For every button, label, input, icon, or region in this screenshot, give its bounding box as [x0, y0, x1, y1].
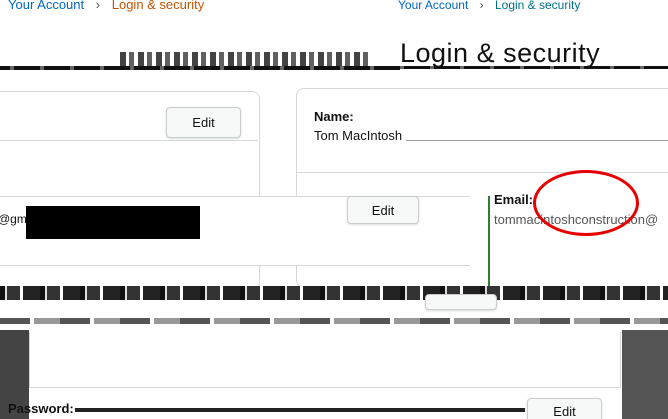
breadcrumb-duplicate: Your Account › Login & security [398, 0, 580, 12]
green-marker [488, 196, 490, 286]
breadcrumb-login-security-dup[interactable]: Login & security [495, 0, 580, 12]
annotation-circle [533, 170, 639, 236]
edit-email-button[interactable]: Edit [347, 196, 419, 224]
breadcrumb: Your Account › Login & security [8, 0, 204, 12]
password-panel [29, 332, 621, 388]
page-title: Login & security [400, 38, 601, 68]
glitch-line [75, 408, 525, 412]
page-root: Your Account › Login & security Your Acc… [0, 0, 668, 419]
breadcrumb-separator: › [95, 0, 101, 12]
name-label: Name: [314, 109, 354, 124]
edit-button[interactable]: Edit [166, 107, 241, 138]
redaction-box [26, 206, 200, 239]
password-label: Password: [8, 401, 74, 416]
divider [29, 387, 621, 388]
glitch-band [0, 318, 668, 324]
glitch-bar [330, 66, 668, 69]
divider [296, 172, 668, 173]
name-underline [406, 140, 668, 141]
breadcrumb-your-account-dup[interactable]: Your Account [398, 0, 468, 12]
glitch-band [0, 286, 668, 300]
edit-button-partial[interactable] [425, 294, 497, 310]
breadcrumb-login-security[interactable]: Login & security [112, 0, 205, 12]
edit-password-button[interactable]: Edit [527, 398, 602, 419]
breadcrumb-separator-dup: › [479, 0, 484, 12]
divider [0, 140, 258, 141]
right-shadow [622, 330, 668, 419]
email-label: Email: [494, 192, 534, 207]
email-fragment: @gm [0, 212, 27, 226]
name-value: Tom MacIntosh [314, 128, 403, 143]
breadcrumb-your-account[interactable]: Your Account [8, 0, 84, 12]
